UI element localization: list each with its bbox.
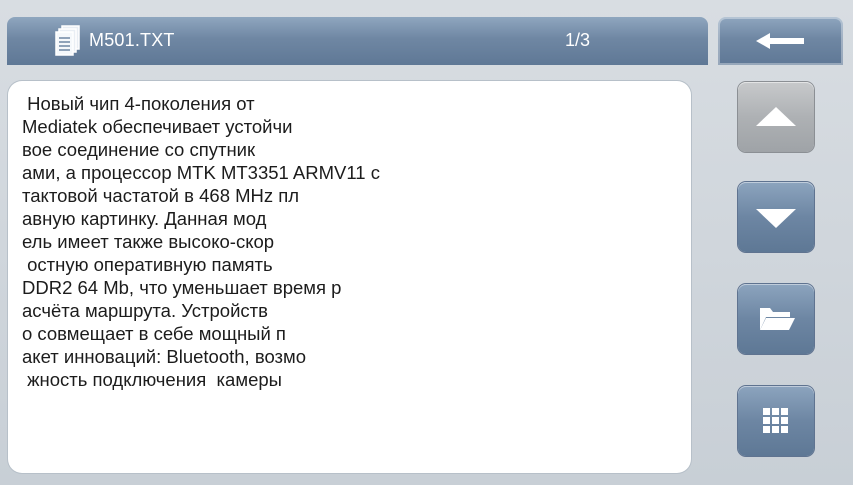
document-stack-icon: [55, 25, 80, 56]
scroll-up-button[interactable]: [738, 82, 814, 152]
title-bar: M501.TXT 1/3: [7, 17, 708, 65]
text-line: асчёта маршрута. Устройств: [22, 300, 268, 321]
open-folder-button[interactable]: [738, 284, 814, 354]
file-name: M501.TXT: [89, 30, 175, 50]
document-text: Новый чип 4-поколения от Mediatek обеспеч…: [22, 92, 380, 391]
back-button[interactable]: [718, 17, 843, 65]
page-indicator: 1/3: [565, 30, 591, 50]
triangle-down-icon: [756, 209, 796, 228]
text-line: DDR2 64 Mb, что уменьшает время р: [22, 277, 342, 298]
text-line: ель имеет также высоко-скор: [22, 231, 275, 252]
text-line: Mediatek обеспечивает устойчи: [22, 116, 293, 137]
text-line: ами, а процессор MTK MT3351 ARMV11 с: [22, 162, 380, 183]
text-line: тактовой частатой в 468 MHz пл: [22, 185, 300, 206]
text-line: Новый чип 4-поколения от: [22, 93, 255, 114]
text-viewer-screen: M501.TXT 1/3 Новый чип 4-поколения от Med…: [0, 0, 853, 485]
folder-open-icon: [760, 308, 795, 330]
text-line: вое соединение со спутник: [22, 139, 256, 160]
triangle-up-icon: [756, 107, 796, 126]
arrow-left-icon: [756, 33, 804, 49]
grid-menu-icon: [763, 408, 788, 433]
grid-menu-button[interactable]: [738, 386, 814, 456]
scroll-down-button[interactable]: [738, 182, 814, 252]
text-line: остную оперативную память: [22, 254, 273, 275]
text-line: авную картинку. Данная мод: [22, 208, 267, 229]
text-line: жность подключения камеры: [22, 369, 282, 390]
text-line: акет инноваций: Bluetooth, возмо: [22, 346, 307, 367]
text-line: о совмещает в себе мощный п: [22, 323, 286, 344]
text-content-panel[interactable]: Новый чип 4-поколения от Mediatek обеспеч…: [8, 81, 691, 473]
